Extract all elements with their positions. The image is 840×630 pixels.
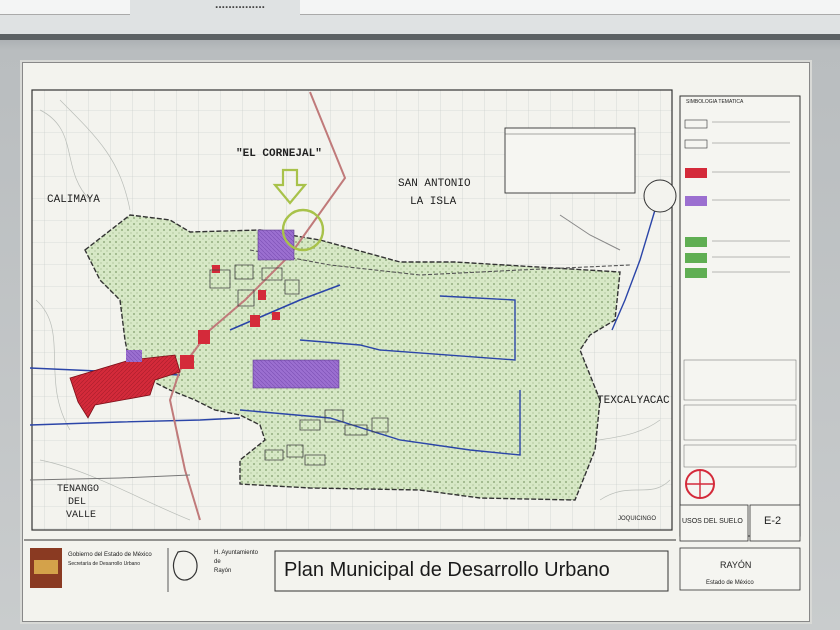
state-name: Estado de México: [706, 580, 754, 586]
place-label-la-isla: LA ISLA: [410, 196, 457, 208]
place-label-tenango-2: DEL: [68, 497, 87, 508]
ayuntamiento-line-3: Rayón: [214, 568, 232, 574]
photo-of-monitor: ............... "EL CORNEJAL" CALIMAYA S…: [0, 0, 840, 630]
gov-logo-icon: [30, 548, 62, 588]
place-label-san-antonio: SAN ANTONIO: [398, 178, 471, 190]
place-label-el-cornejal: "EL CORNEJAL": [236, 148, 322, 160]
legend-title: SIMBOLOGIA TEMATICA: [686, 99, 744, 105]
legend-stamp-right: E-2: [764, 515, 782, 527]
map-inset-box: [504, 127, 636, 194]
ayuntamiento-logo-icon: [172, 550, 198, 581]
gov-line-1: Gobierno del Estado de México: [68, 552, 152, 558]
urban-plan-map: [24, 89, 801, 592]
place-label-tenango-1: TENANGO: [57, 484, 100, 495]
gov-line-2: Secretaría de Desarrollo Urbano: [68, 561, 140, 567]
municipality-name: RAYÓN: [720, 560, 752, 570]
place-label-tenango-3: VALLE: [66, 510, 97, 521]
ayuntamiento-line-1: H. Ayuntamiento: [214, 550, 258, 556]
place-label-calimaya: CALIMAYA: [47, 194, 100, 206]
ayuntamiento-line-2: de: [214, 559, 221, 565]
plan-title: Plan Municipal de Desarrollo Urbano: [284, 559, 610, 581]
place-label-texcalyacac: TEXCALYACAC: [597, 395, 670, 407]
legend-stamp-left: USOS DEL SUELO: [682, 518, 743, 525]
place-label-joquicingo: JOQUICINGO: [618, 516, 657, 522]
road-roundabout: [643, 179, 677, 213]
north-arrow-icon: [685, 469, 715, 499]
